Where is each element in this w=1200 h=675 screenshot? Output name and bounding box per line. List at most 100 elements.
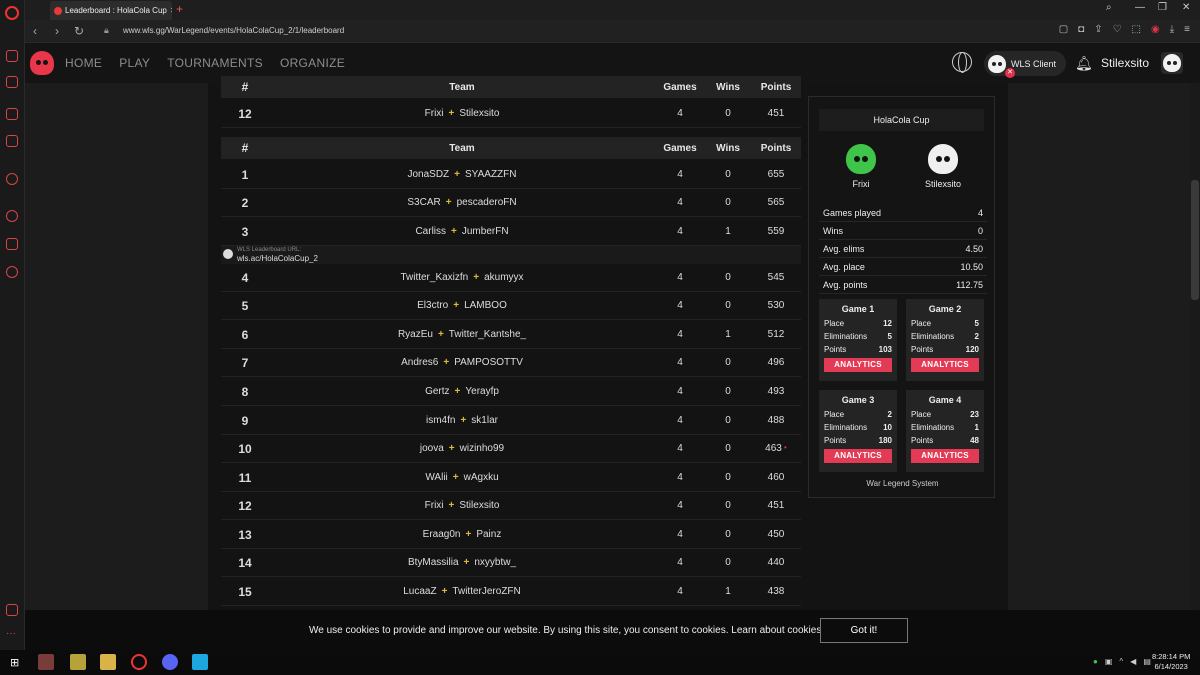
player-card[interactable]: Stilexsito bbox=[913, 141, 973, 189]
browser-tab[interactable]: Leaderboard : HolaCola Cup ✕ bbox=[50, 1, 172, 20]
settings-icon[interactable] bbox=[6, 266, 18, 278]
table-row[interactable]: 15 LucaaZ + TwitterJeroZFN 4 1 438 bbox=[221, 578, 801, 606]
player-icon[interactable] bbox=[6, 173, 18, 185]
search-icon[interactable]: ⌕ bbox=[1106, 2, 1112, 13]
table-row[interactable]: 4 Twitter_Kaxizfn + akumyyx 4 0 545 bbox=[221, 264, 801, 292]
table-row[interactable]: 1 JonaSDZ + SYAAZZFN 4 0 655 bbox=[221, 161, 801, 189]
cookie-accept-button[interactable]: Got it! bbox=[820, 618, 908, 643]
discord-icon[interactable] bbox=[162, 654, 178, 670]
volume-icon[interactable]: ◀ bbox=[1130, 657, 1136, 666]
points: 545 bbox=[751, 272, 801, 283]
chevron-up-icon[interactable]: ^ bbox=[1119, 657, 1123, 666]
table-row[interactable]: 2 S3CAR + pescaderoFN 4 0 565 bbox=[221, 189, 801, 217]
extensions-icon[interactable]: ⬚ bbox=[1132, 24, 1141, 35]
nav-tournaments[interactable]: TOURNAMENTS bbox=[167, 56, 263, 70]
wins: 0 bbox=[725, 415, 731, 426]
nav-play[interactable]: PLAY bbox=[119, 56, 150, 70]
username[interactable]: Stilexsito bbox=[1101, 56, 1149, 70]
team: WAlii + wAgxku bbox=[269, 472, 655, 483]
games: 4 bbox=[677, 557, 683, 568]
table-row[interactable]: 14 BtyMassilia + nxyybtw_ 4 0 440 bbox=[221, 549, 801, 577]
nav-organize[interactable]: ORGANIZE bbox=[280, 56, 345, 70]
tab-title: Leaderboard : HolaCola Cup bbox=[65, 6, 167, 15]
globe-icon[interactable] bbox=[952, 52, 972, 73]
points-value: 460 bbox=[767, 472, 785, 483]
stats-list: Games played 4 Wins 0 Avg. elims 4.50 Avg. pla… bbox=[819, 204, 987, 294]
new-tab-button[interactable]: + bbox=[176, 2, 183, 16]
bell-icon[interactable]: 🔔︎ bbox=[1075, 55, 1093, 72]
player-1: Gertz bbox=[425, 386, 450, 397]
opera-icon[interactable] bbox=[131, 654, 147, 670]
speed-dial-icon[interactable] bbox=[6, 50, 18, 62]
wls-client-button[interactable]: ✕ WLS Client bbox=[984, 51, 1066, 78]
url-field[interactable]: www.wls.gg/WarLegend/events/HolaColaCup_… bbox=[123, 26, 344, 35]
wls-logo-icon[interactable] bbox=[30, 51, 54, 75]
scrollbar[interactable] bbox=[1190, 83, 1200, 650]
close-tab-icon[interactable]: ✕ bbox=[170, 6, 172, 15]
table-row[interactable]: 12 Frixi + Stilexsito 4 0 451 bbox=[221, 492, 801, 520]
gallery-icon[interactable] bbox=[6, 604, 18, 616]
game-stat-value: 1 bbox=[974, 423, 979, 432]
bag-icon[interactable] bbox=[6, 76, 18, 88]
plus-icon: + bbox=[454, 386, 461, 397]
table-row[interactable]: 9 ism4fn + sk1lar 4 0 488 bbox=[221, 407, 801, 435]
table-row[interactable]: 11 WAlii + wAgxku 4 0 460 bbox=[221, 464, 801, 492]
minimize-button[interactable]: — bbox=[1135, 2, 1145, 13]
opera-logo-icon[interactable] bbox=[5, 6, 19, 20]
table-row[interactable]: 12 Frixi + Stilexsito 4 0 451 bbox=[221, 100, 801, 128]
folder-icon[interactable] bbox=[100, 654, 116, 670]
game-title: Game 3 bbox=[841, 395, 875, 405]
game-stat: Eliminations 2 bbox=[906, 330, 984, 343]
wins: 0 bbox=[725, 108, 731, 119]
team: JonaSDZ + SYAAZZFN bbox=[269, 169, 655, 180]
heart-icon[interactable]: ♡ bbox=[1113, 24, 1122, 35]
table-row[interactable]: 5 El3ctro + LAMBOO 4 0 530 bbox=[221, 292, 801, 320]
taskbar-clock[interactable]: 8:28:14 PM 6/14/2023 bbox=[1152, 652, 1190, 672]
leaderboard-url-bar[interactable]: WLS Leaderboard URL: wls.ac/HolaColaCup_… bbox=[221, 246, 801, 264]
table-row[interactable]: 3 Carliss + JumberFN 4 1 559 bbox=[221, 218, 801, 246]
download-icon[interactable]: ⤓ bbox=[1170, 24, 1174, 35]
table-row[interactable]: 8 Gertz + Yerayfp 4 0 493 bbox=[221, 378, 801, 406]
scrollbar-thumb[interactable] bbox=[1191, 180, 1199, 300]
twitch-icon[interactable] bbox=[6, 108, 18, 120]
cube-icon[interactable] bbox=[6, 238, 18, 250]
maximize-button[interactable]: ❐ bbox=[1158, 2, 1167, 13]
fortnite-icon[interactable] bbox=[192, 654, 208, 670]
analytics-button[interactable]: ANALYTICS bbox=[911, 449, 979, 463]
nav-home[interactable]: HOME bbox=[65, 56, 102, 70]
share-icon[interactable]: ⇪ bbox=[1094, 24, 1102, 35]
header-team: Team bbox=[449, 142, 475, 154]
back-button[interactable]: ‹ bbox=[33, 24, 37, 38]
game-title: Game 4 bbox=[928, 395, 962, 405]
stat-row: Games played 4 bbox=[819, 204, 987, 222]
favicon-icon bbox=[54, 6, 62, 15]
table-row[interactable]: 13 Eraag0n + Painz 4 0 450 bbox=[221, 521, 801, 549]
table-row[interactable]: 6 RyazEu + Twitter_Kantshe_ 4 1 512 bbox=[221, 321, 801, 349]
games: 4 bbox=[677, 586, 683, 597]
app-icon[interactable] bbox=[38, 654, 54, 670]
status-icon[interactable]: ● bbox=[1093, 657, 1098, 666]
profile-icon[interactable]: ◉ bbox=[1151, 24, 1160, 35]
user-avatar[interactable] bbox=[1161, 52, 1183, 74]
menu-icon[interactable]: ≡ bbox=[1184, 24, 1190, 35]
app-tray-icon[interactable]: ▣ bbox=[1105, 657, 1113, 666]
url-value[interactable]: wls.ac/HolaColaCup_2 bbox=[237, 254, 318, 263]
copy-icon[interactable]: ▢ bbox=[1059, 24, 1068, 35]
analytics-button[interactable]: ANALYTICS bbox=[911, 358, 979, 372]
app-icon[interactable] bbox=[70, 654, 86, 670]
more-icon[interactable]: ··· bbox=[6, 628, 16, 639]
table-row[interactable]: 7 Andres6 + PAMPOSOTTV 4 0 496 bbox=[221, 349, 801, 377]
table-row[interactable]: 10 joova + wizinho99 4 0 463 • bbox=[221, 435, 801, 463]
table-header: # Team Games Wins Points bbox=[221, 137, 801, 159]
close-window-button[interactable]: ✕ bbox=[1182, 2, 1190, 13]
analytics-button[interactable]: ANALYTICS bbox=[824, 358, 892, 372]
windows-start-icon[interactable]: ⊞ bbox=[10, 656, 19, 669]
analytics-button[interactable]: ANALYTICS bbox=[824, 449, 892, 463]
forward-button[interactable]: › bbox=[55, 24, 59, 38]
player-card[interactable]: Frixi bbox=[831, 141, 891, 189]
network-icon[interactable]: ▤ bbox=[1143, 657, 1151, 666]
reload-button[interactable]: ↻ bbox=[74, 24, 84, 38]
camera-icon[interactable]: ◘ bbox=[1078, 24, 1084, 35]
instagram-icon[interactable] bbox=[6, 135, 18, 147]
history-icon[interactable] bbox=[6, 210, 18, 222]
